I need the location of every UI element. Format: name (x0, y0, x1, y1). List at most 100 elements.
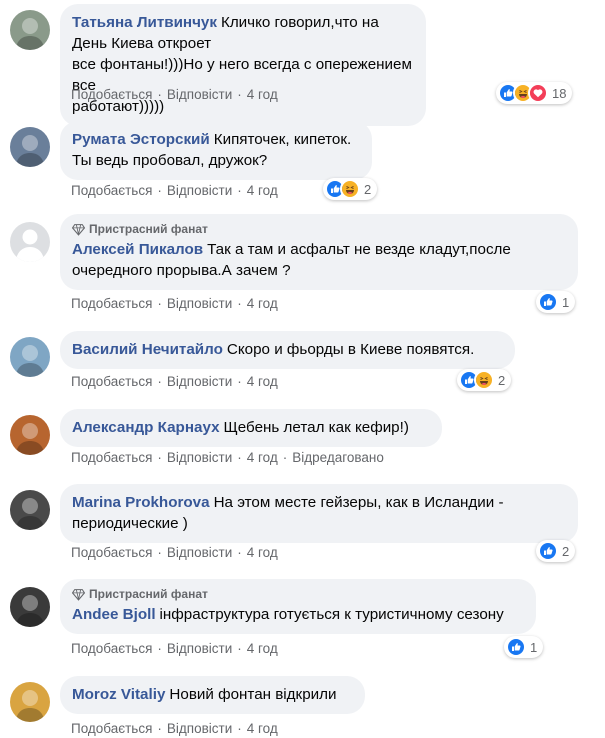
reaction-count: 2 (498, 372, 506, 388)
comment-actions: Подобається · Відповісти · 4 год (71, 720, 278, 738)
separator: · (157, 183, 162, 198)
reply-link[interactable]: Відповісти (167, 183, 232, 198)
timestamp[interactable]: 4 год (247, 450, 278, 465)
comment-actions: Подобається · Відповісти · 4 год (71, 373, 278, 391)
reply-link[interactable]: Відповісти (167, 545, 232, 560)
comment-actions: Подобається · Відповісти · 4 год · Відредагова… (71, 449, 384, 467)
author-name[interactable]: Василий Нечитайло (72, 341, 223, 358)
reaction-count: 18 (552, 85, 567, 101)
comment-body: Румата Эсторский Кипяточек, кипеток. Ты ве… (72, 129, 360, 171)
avatar[interactable] (10, 10, 50, 50)
reply-link[interactable]: Відповісти (167, 374, 232, 389)
comment-bubble: Татьяна Литвинчук Кличко говорил,что на Д… (60, 4, 426, 126)
separator: · (282, 450, 288, 465)
comment-bubble: Александр Карнаух Щебень летал как кефир!… (60, 409, 442, 447)
reply-link[interactable]: Відповісти (167, 450, 232, 465)
comment-text-line: очередного прорыва.А зачем ? (72, 262, 291, 279)
timestamp[interactable]: 4 год (247, 87, 278, 102)
like-link[interactable]: Подобається (71, 545, 152, 560)
reaction-count: 1 (562, 294, 570, 310)
comment-body: Александр Карнаух Щебень летал как кефир!… (72, 417, 430, 438)
comment-bubble: Moroz Vitaliy Новий фонтан відкрили (60, 676, 365, 714)
avatar[interactable] (10, 222, 50, 262)
comment-text-line: Скоро и фьорды в Киеве появятся. (226, 341, 475, 358)
timestamp[interactable]: 4 год (247, 641, 278, 656)
avatar[interactable] (10, 127, 50, 167)
avatar[interactable] (10, 415, 50, 455)
comment-actions: Подобається · Відповісти · 4 год (71, 544, 278, 562)
fan-badge[interactable]: Пристрасний фанат (72, 222, 566, 237)
fan-badge[interactable]: Пристрасний фанат (72, 587, 524, 602)
separator: · (237, 183, 242, 198)
separator: · (237, 450, 242, 465)
author-name[interactable]: Татьяна Литвинчук (72, 14, 217, 31)
comment-bubble: Marina Prokhorova На этом месте гейзеры, … (60, 484, 578, 543)
comment-actions: Подобається · Відповісти · 4 год (71, 182, 278, 200)
fan-badge-label: Пристрасний фанат (89, 222, 208, 236)
love-icon (528, 83, 548, 103)
separator: · (157, 374, 162, 389)
avatar[interactable] (10, 587, 50, 627)
author-name[interactable]: Moroz Vitaliy (72, 686, 165, 703)
edited-label[interactable]: Відредаговано (292, 450, 384, 465)
comment-bubble: Пристрасний фанат Алексей Пикалов Так а та… (60, 214, 578, 290)
timestamp[interactable]: 4 год (247, 296, 278, 311)
author-name[interactable]: Алексей Пикалов (72, 241, 203, 258)
comment-text-line: інфраструктура готується к туристичному … (159, 606, 504, 623)
separator: · (157, 545, 162, 560)
comment-text-line: периодические ) (72, 515, 188, 532)
reactions-summary[interactable]: 1 (504, 636, 544, 658)
comment-text-line: Так а там и асфальт не везде кладут,посл… (207, 241, 511, 258)
avatar[interactable] (10, 490, 50, 530)
separator: · (157, 296, 162, 311)
timestamp[interactable]: 4 год (247, 374, 278, 389)
diamond-icon (72, 224, 85, 236)
separator: · (237, 641, 242, 656)
comment-text-line: Щебень летал как кефир!) (223, 419, 409, 436)
comment-text-line: Новий фонтан відкрили (169, 686, 337, 703)
separator: · (157, 641, 162, 656)
haha-icon (340, 179, 360, 199)
avatar[interactable] (10, 682, 50, 722)
like-link[interactable]: Подобається (71, 374, 152, 389)
like-link[interactable]: Подобається (71, 641, 152, 656)
reaction-count: 2 (562, 543, 570, 559)
reply-link[interactable]: Відповісти (167, 296, 232, 311)
timestamp[interactable]: 4 год (247, 545, 278, 560)
like-icon (506, 637, 526, 657)
fan-badge-label: Пристрасний фанат (89, 587, 208, 601)
author-name[interactable]: Александр Карнаух (72, 419, 220, 436)
separator: · (237, 296, 242, 311)
avatar[interactable] (10, 337, 50, 377)
separator: · (237, 545, 242, 560)
separator: · (157, 450, 162, 465)
comment-text-line: На этом месте гейзеры, как в Исландии - (213, 494, 504, 511)
comment-body: Marina Prokhorova На этом месте гейзеры, … (72, 492, 566, 534)
comment-body: Andee Bjoll інфраструктура готується к ту… (72, 604, 524, 625)
separator: · (237, 374, 242, 389)
reactions-summary[interactable]: 2 (536, 540, 576, 562)
author-name[interactable]: Румата Эсторский (72, 131, 210, 148)
separator: · (237, 87, 242, 102)
like-link[interactable]: Подобається (71, 183, 152, 198)
comment-actions: Подобається · Відповісти · 4 год (71, 295, 278, 313)
like-link[interactable]: Подобається (71, 296, 152, 311)
reactions-summary[interactable]: 1 (536, 291, 576, 313)
haha-icon (474, 370, 494, 390)
timestamp[interactable]: 4 год (247, 183, 278, 198)
like-link[interactable]: Подобається (71, 450, 152, 465)
reply-link[interactable]: Відповісти (167, 641, 232, 656)
reactions-summary[interactable]: 18 (496, 82, 573, 104)
diamond-icon (72, 589, 85, 601)
reply-link[interactable]: Відповісти (167, 87, 232, 102)
like-link[interactable]: Подобається (71, 87, 152, 102)
reaction-count: 2 (364, 181, 372, 197)
reactions-summary[interactable]: 2 (323, 178, 378, 200)
author-name[interactable]: Marina Prokhorova (72, 494, 210, 511)
comment-bubble: Румата Эсторский Кипяточек, кипеток. Ты ве… (60, 121, 372, 180)
comment-text-line: Кипяточек, кипеток. (213, 131, 352, 148)
reactions-summary[interactable]: 2 (457, 369, 512, 391)
author-name[interactable]: Andee Bjoll (72, 606, 156, 623)
reaction-count: 1 (530, 639, 538, 655)
comments-list: Татьяна Литвинчук Кличко говорил,что на Д… (0, 0, 605, 736)
